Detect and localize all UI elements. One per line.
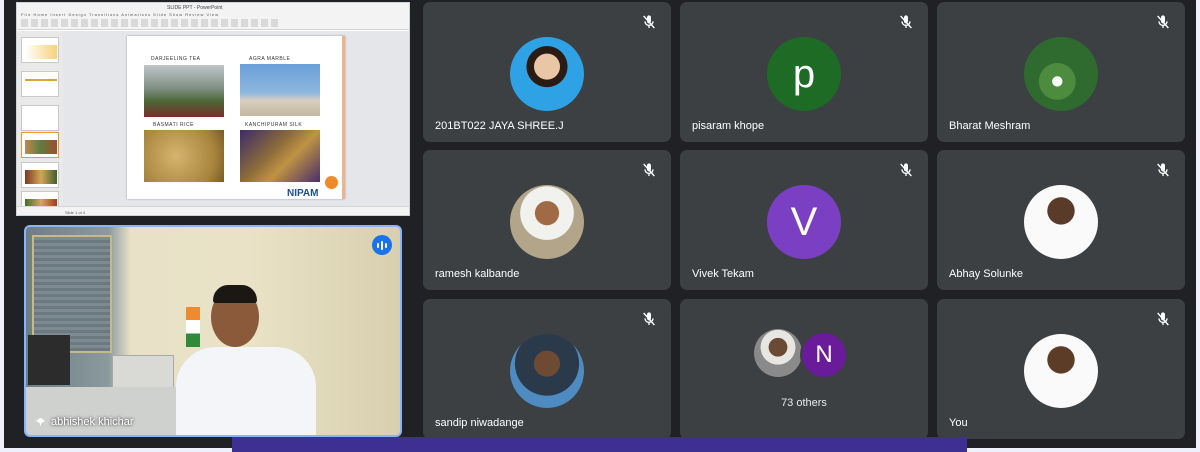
participant-tile[interactable]: V Vivek Tekam bbox=[680, 150, 928, 290]
ppt-ribbon-tabs: File Home Insert Design Transitions Anim… bbox=[21, 12, 220, 17]
mic-off-icon bbox=[1155, 311, 1171, 327]
participant-name: pisaram khope bbox=[692, 120, 765, 132]
presenter-hair bbox=[213, 285, 257, 303]
slide-caption: Kanchipuram Silk bbox=[245, 122, 303, 128]
slide-thumbnail bbox=[21, 162, 59, 188]
background-monitor bbox=[28, 335, 70, 385]
participant-avatar: p bbox=[767, 37, 841, 111]
presenter-video-tile[interactable]: abhishek khichar bbox=[24, 225, 402, 437]
participant-tile[interactable]: sandip niwadange bbox=[423, 299, 671, 439]
tea-image bbox=[144, 65, 224, 117]
mic-off-icon bbox=[641, 162, 657, 178]
background-desk bbox=[26, 387, 186, 435]
slide-thumbnail bbox=[21, 132, 59, 158]
ppt-ribbon: SLIDE PPT - PowerPoint File Home Insert … bbox=[17, 3, 409, 30]
participant-name: You bbox=[949, 417, 968, 429]
participant-tile[interactable]: You bbox=[937, 299, 1185, 439]
bottom-control-bar bbox=[232, 437, 967, 452]
presenter-name: abhishek khichar bbox=[51, 416, 134, 428]
slide-caption: Agra Marble bbox=[249, 56, 291, 62]
participant-tile[interactable]: p pisaram khope bbox=[680, 2, 928, 142]
participant-avatar bbox=[510, 334, 584, 408]
ppt-status-bar: Slide 1 of 4 bbox=[17, 206, 409, 215]
rice-image bbox=[144, 130, 224, 182]
slide-badge bbox=[325, 176, 338, 189]
participant-avatar bbox=[754, 329, 802, 377]
participant-avatar: N bbox=[800, 331, 848, 379]
ppt-window-title: SLIDE PPT - PowerPoint bbox=[167, 5, 223, 11]
audio-level-icon bbox=[372, 235, 392, 255]
slide-thumbnail bbox=[21, 71, 59, 97]
participant-tile[interactable]: N 73 others bbox=[680, 299, 928, 439]
participant-avatar bbox=[1024, 185, 1098, 259]
participant-tile[interactable]: ramesh kalbande bbox=[423, 150, 671, 290]
slide-thumbnail bbox=[21, 105, 59, 131]
slide-thumbnails bbox=[17, 31, 63, 215]
slide-thumbnail bbox=[21, 37, 59, 63]
flag bbox=[186, 307, 200, 347]
participant-name: Abhay Solunke bbox=[949, 268, 1023, 280]
silk-image bbox=[240, 130, 320, 182]
nipam-logo: NIPAM bbox=[287, 188, 319, 199]
current-slide: Darjeeling Tea Agra Marble Basmati Rice … bbox=[127, 36, 345, 199]
participant-tile[interactable]: Bharat Meshram bbox=[937, 2, 1185, 142]
slide-caption: Darjeeling Tea bbox=[151, 56, 201, 62]
presenter-name-label: abhishek khichar bbox=[36, 416, 134, 428]
others-avatars: N bbox=[754, 329, 854, 383]
background-printer bbox=[112, 355, 174, 391]
participant-avatar bbox=[510, 185, 584, 259]
slide-stage: Darjeeling Tea Agra Marble Basmati Rice … bbox=[63, 31, 409, 206]
taj-image bbox=[240, 64, 320, 116]
mic-off-icon bbox=[1155, 162, 1171, 178]
participant-name: Vivek Tekam bbox=[692, 268, 754, 280]
participant-avatar bbox=[510, 37, 584, 111]
shared-screen[interactable]: SLIDE PPT - PowerPoint File Home Insert … bbox=[16, 2, 410, 216]
participant-avatar: V bbox=[767, 185, 841, 259]
mic-off-icon bbox=[898, 14, 914, 30]
participant-tile[interactable]: Abhay Solunke bbox=[937, 150, 1185, 290]
mic-off-icon bbox=[641, 311, 657, 327]
pin-icon bbox=[36, 417, 45, 427]
mic-off-icon bbox=[1155, 14, 1171, 30]
participant-name: 201BT022 JAYA SHREE.J bbox=[435, 120, 564, 132]
others-count: 73 others bbox=[781, 397, 827, 409]
participant-tile[interactable]: 201BT022 JAYA SHREE.J bbox=[423, 2, 671, 142]
participant-name: Bharat Meshram bbox=[949, 120, 1031, 132]
participant-avatar bbox=[1024, 334, 1098, 408]
ppt-toolbar bbox=[21, 19, 281, 27]
slide-caption: Basmati Rice bbox=[153, 122, 194, 128]
presenter-body bbox=[176, 347, 316, 435]
participant-name: ramesh kalbande bbox=[435, 268, 520, 280]
participant-avatar bbox=[1024, 37, 1098, 111]
mic-off-icon bbox=[898, 162, 914, 178]
mic-off-icon bbox=[641, 14, 657, 30]
participant-name: sandip niwadange bbox=[435, 417, 524, 429]
